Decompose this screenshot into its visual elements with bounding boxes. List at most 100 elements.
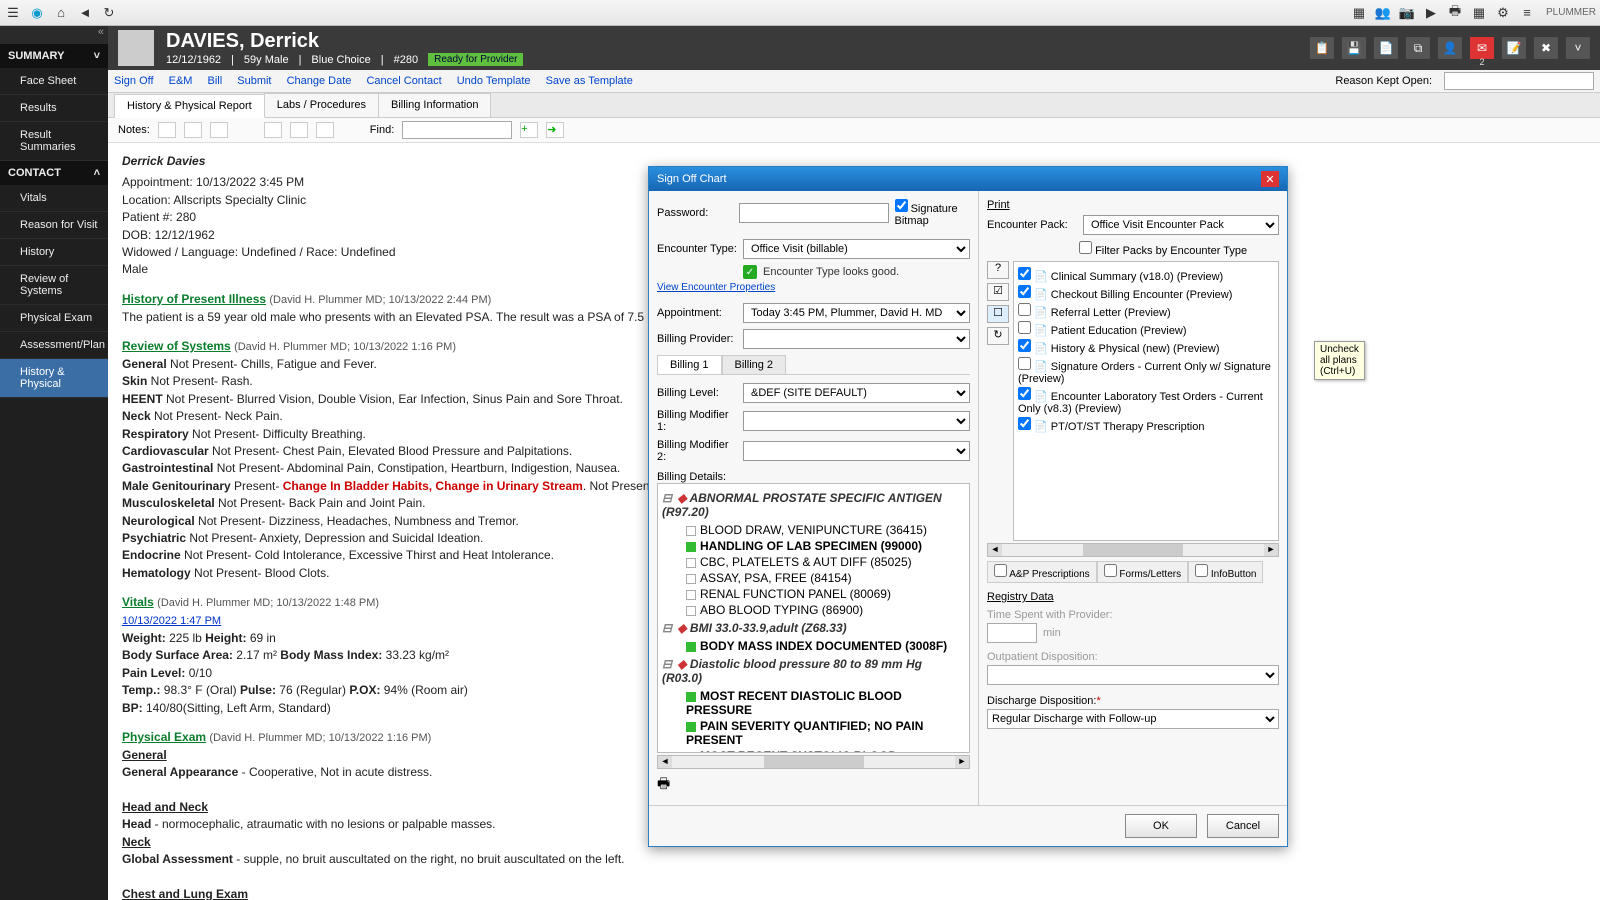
billing-mod2-select[interactable] (743, 441, 970, 461)
billing-tree-item[interactable]: ⊟ ◆ ABNORMAL PROSTATE SPECIFIC ANTIGEN (… (662, 491, 965, 519)
ok-button[interactable]: OK (1125, 814, 1197, 838)
nav-item[interactable]: Reason for Visit (0, 212, 108, 239)
menu-icon[interactable]: ☰ (4, 4, 22, 22)
current-user: PLUMMER (1546, 7, 1596, 18)
camera-icon[interactable]: 📷 (1398, 4, 1416, 22)
people-icon[interactable]: 👥 (1374, 4, 1392, 22)
calendar-icon[interactable]: ▦ (1350, 4, 1368, 22)
nav-item[interactable]: Result Summaries (0, 122, 108, 161)
billing-details-label: Billing Details: (657, 471, 970, 483)
print-plan-item[interactable]: 📄 Patient Education (Preview) (1018, 320, 1274, 338)
nav-item[interactable]: History (0, 239, 108, 266)
user-icon[interactable]: ◉ (28, 4, 46, 22)
billing-tab[interactable]: Billing 2 (722, 355, 787, 374)
billing-tabs: Billing 1Billing 2 (657, 355, 970, 375)
billing-tree-item[interactable]: ASSAY, PSA, FREE (84154) (686, 570, 965, 586)
outpatient-select[interactable] (987, 665, 1279, 685)
billing-level-select[interactable]: &DEF (SITE DEFAULT) (743, 383, 970, 403)
gear-icon[interactable]: ⚙ (1494, 4, 1512, 22)
billing-tree-item[interactable]: MOST RECENT DIASTOLIC BLOOD PRESSURE (686, 688, 965, 718)
appointment-select[interactable]: Today 3:45 PM, Plummer, David H. MD (743, 303, 970, 323)
view-encounter-props-link[interactable]: View Encounter Properties (657, 282, 775, 293)
encounter-pack-select[interactable]: Office Visit Encounter Pack (1083, 215, 1279, 235)
billing-tree-item[interactable]: ⊟ ◆ BMI 33.0-33.9,adult (Z68.33) (662, 621, 965, 635)
plans-hscroll[interactable]: ◄► (987, 543, 1279, 557)
uncheck-hint-tooltip: Uncheck all plans (Ctrl+U) (1314, 341, 1365, 380)
refresh-plans-icon[interactable]: ↻ (987, 327, 1009, 345)
print-icon[interactable]: 🖶 (1446, 4, 1464, 22)
print-plan-item[interactable]: 📄 PT/OT/ST Therapy Prescription (1018, 416, 1274, 434)
encounter-type-select[interactable]: Office Visit (billable) (743, 239, 970, 259)
billing-level-label: Billing Level: (657, 387, 737, 399)
nav-item[interactable]: History & Physical (0, 359, 108, 398)
tree-hscroll[interactable]: ◄► (657, 755, 970, 769)
nav-item[interactable]: Review of Systems (0, 266, 108, 305)
time-spent-label: Time Spent with Provider: (987, 609, 1279, 621)
min-label: min (1043, 627, 1061, 639)
print-plan-list[interactable]: 📄 Clinical Summary (v18.0) (Preview) 📄 C… (1013, 261, 1279, 541)
outpatient-label: Outpatient Disposition: (987, 651, 1279, 663)
refresh-icon[interactable]: ↻ (100, 4, 118, 22)
time-spent-input[interactable] (987, 623, 1037, 643)
discharge-select[interactable]: Regular Discharge with Follow-up (987, 709, 1279, 729)
billing-mod1-select[interactable] (743, 411, 970, 431)
modal-close-icon[interactable]: ✕ (1261, 171, 1279, 187)
billing-provider-select[interactable] (743, 329, 970, 349)
nav-item[interactable]: Face Sheet (0, 68, 108, 95)
uncheckall-icon[interactable]: ☐ (987, 305, 1009, 323)
billing-tree-item[interactable]: HANDLING OF LAB SPECIMEN (99000) (686, 538, 965, 554)
billing-tree-item[interactable]: CBC, PLATELETS & AUT DIFF (85025) (686, 554, 965, 570)
print-plan-item[interactable]: 📄 Clinical Summary (v18.0) (Preview) (1018, 266, 1274, 284)
nav-contact-header[interactable]: CONTACT˄ (0, 161, 108, 185)
more-icon[interactable]: ≡ (1518, 4, 1536, 22)
billing-tree-item[interactable]: PAIN SEVERITY QUANTIFIED; NO PAIN PRESEN… (686, 718, 965, 748)
billing-provider-label: Billing Provider: (657, 333, 737, 345)
apps-icon[interactable]: ▦ (1470, 4, 1488, 22)
app-toolbar: ☰ ◉ ⌂ ◄ ↻ ▦ 👥 📷 ▶ 🖶 ▦ ⚙ ≡ PLUMMER (0, 0, 1600, 26)
home-icon[interactable]: ⌂ (52, 4, 70, 22)
play-icon[interactable]: ▶ (1422, 4, 1440, 22)
nav-item[interactable]: Results (0, 95, 108, 122)
signature-bitmap-checkbox[interactable]: Signature Bitmap (895, 199, 971, 227)
print-plan-item[interactable]: 📄 Checkout Billing Encounter (Preview) (1018, 284, 1274, 302)
billing-tree-item[interactable]: BODY MASS INDEX DOCUMENTED (3008F) (686, 638, 965, 654)
billing-tree-item[interactable]: ⊟ ◆ Diastolic blood pressure 80 to 89 mm… (662, 657, 965, 685)
print-plan-item[interactable]: 📄 Referral Letter (Preview) (1018, 302, 1274, 320)
print-subtab[interactable]: InfoButton (1188, 561, 1263, 583)
registry-header: Registry Data (987, 591, 1279, 603)
modal-footer: OK Cancel (649, 805, 1287, 846)
discharge-label: Discharge Disposition: (987, 695, 1096, 707)
billing-details-tree[interactable]: ⊟ ◆ ABNORMAL PROSTATE SPECIFIC ANTIGEN (… (657, 483, 970, 753)
billing-tree-item[interactable]: MOST RECENT SYSTOLIC BLOOD PRESSURE (686, 748, 965, 753)
print-plan-item[interactable]: 📄 History & Physical (new) (Preview) (1018, 338, 1274, 356)
cancel-button[interactable]: Cancel (1207, 814, 1279, 838)
back-icon[interactable]: ◄ (76, 4, 94, 22)
print-tree-icon[interactable]: 🖶 (657, 775, 670, 791)
nav-item[interactable]: Physical Exam (0, 305, 108, 332)
nav-summary-header[interactable]: SUMMARY˅ (0, 44, 108, 68)
content-area: DAVIES, Derrick 12/12/1962 | 59y Male | … (108, 26, 1600, 900)
billing-tree-item[interactable]: RENAL FUNCTION PANEL (80069) (686, 586, 965, 602)
nav-item[interactable]: Vitals (0, 185, 108, 212)
billing-tree-item[interactable]: BLOOD DRAW, VENIPUNCTURE (36415) (686, 522, 965, 538)
print-subtab[interactable]: Forms/Letters (1097, 561, 1188, 583)
print-subtab[interactable]: A&P Prescriptions (987, 561, 1097, 583)
password-input[interactable] (739, 203, 889, 223)
encounter-good-message: ✓ Encounter Type looks good. (743, 265, 970, 279)
modal-titlebar: Sign Off Chart ✕ (649, 167, 1287, 191)
nav-collapse-icon[interactable]: « (0, 26, 108, 44)
filter-packs-checkbox[interactable]: Filter Packs by Encounter Type (1079, 245, 1247, 257)
billing-tab[interactable]: Billing 1 (657, 355, 722, 374)
help-icon[interactable]: ? (987, 261, 1009, 279)
password-label: Password: (657, 207, 733, 219)
billing-mod2-label: Billing Modifier 2: (657, 439, 737, 463)
print-plan-item[interactable]: 📄 Signature Orders - Current Only w/ Sig… (1018, 356, 1274, 386)
check-icon: ✓ (743, 265, 757, 279)
encounter-type-label: Encounter Type: (657, 243, 737, 255)
nav-item[interactable]: Assessment/Plan (0, 332, 108, 359)
print-plan-item[interactable]: 📄 Encounter Laboratory Test Orders - Cur… (1018, 386, 1274, 416)
checkall-icon[interactable]: ☑ (987, 283, 1009, 301)
print-header: Print (987, 199, 1279, 211)
billing-tree-item[interactable]: ABO BLOOD TYPING (86900) (686, 602, 965, 618)
billing-mod1-label: Billing Modifier 1: (657, 409, 737, 433)
